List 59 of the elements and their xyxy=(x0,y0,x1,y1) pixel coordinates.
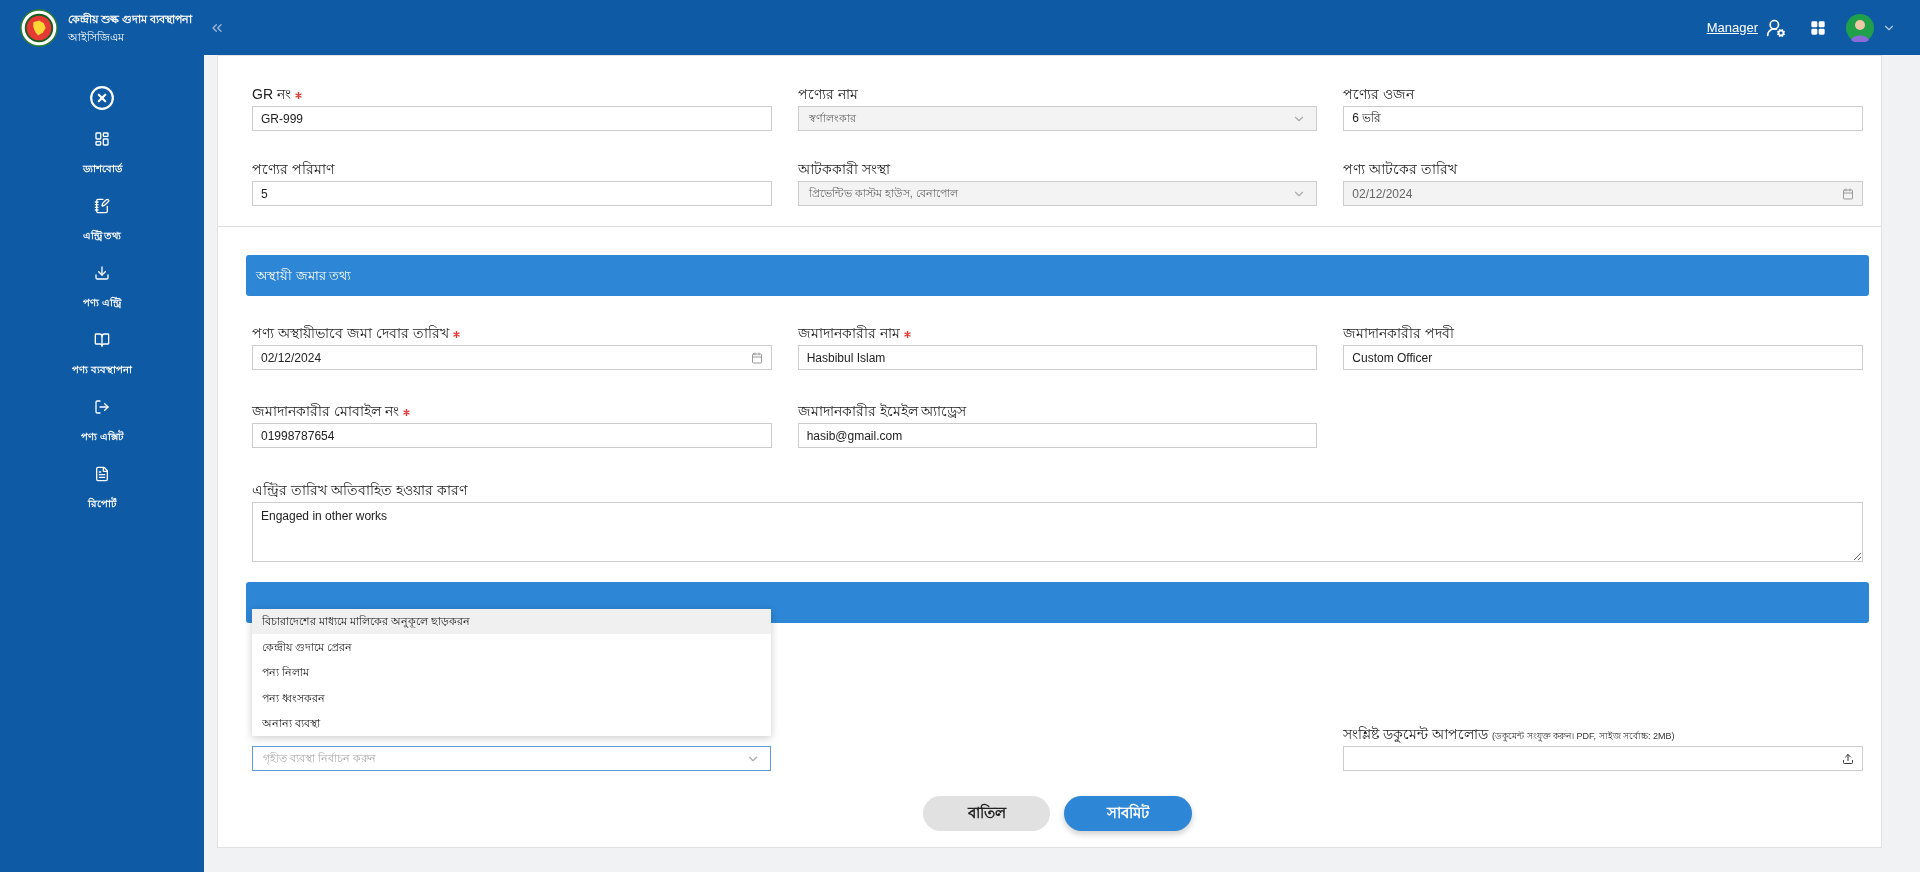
input-field[interactable]: 01998787654 xyxy=(252,423,772,448)
upload-icon xyxy=(1842,752,1854,765)
sidebar-item[interactable]: রিপোর্ট xyxy=(88,466,116,533)
input-field[interactable]: 6 ভরি xyxy=(1343,106,1863,131)
field-label: আটককারী সংস্থা xyxy=(797,161,890,177)
notebook-icon xyxy=(94,198,110,214)
upload-hint: (ডকুমেন্ট সংযুক্ত করুন। PDF, সাইজ সর্বোচ্চ: 2MB) xyxy=(1492,730,1675,744)
sidebar-item[interactable]: ড্যাশবোর্ড xyxy=(82,131,122,198)
field-label: পণ্য আটকের তারিখ xyxy=(1343,161,1458,177)
input-field[interactable]: Hasbibul Islam xyxy=(797,345,1318,370)
input-field[interactable]: hasib@gmail.com xyxy=(797,423,1318,448)
dashboard-icon xyxy=(94,131,110,147)
field-label: সংশ্লিষ্ট ডকুমেন্ট আপলোড xyxy=(1343,726,1489,742)
switch-user-icon[interactable] xyxy=(1766,17,1786,38)
sidebar-item[interactable]: পণ্য এন্ট্রি xyxy=(83,265,121,332)
cancel-button[interactable]: বাতিল xyxy=(923,796,1050,831)
field-label: এন্ট্রির তারিখ অতিবাহিত হওয়ার কারণ xyxy=(252,482,469,498)
dropdown-option[interactable]: বিচারাদেশের মাধ্যমে মালিকের অনুকূলে ছাড়করন xyxy=(252,608,772,634)
field-label: GR নং xyxy=(252,86,291,102)
required-icon xyxy=(402,409,410,416)
input-field[interactable]: 5 xyxy=(252,181,772,206)
input-field[interactable]: Custom Officer xyxy=(1343,345,1863,370)
field-label: পণ্যের নাম xyxy=(797,86,858,102)
dropdown-option[interactable]: কেন্দ্রীয় গুদামে প্রেরন xyxy=(252,634,772,660)
role-link[interactable]: Manager xyxy=(1706,17,1758,38)
dropdown-option[interactable]: পন্য নিলাম xyxy=(252,659,772,685)
field-label: জমাদানকারীর পদবী xyxy=(1343,325,1455,341)
avatar[interactable] xyxy=(1846,13,1874,42)
required-icon xyxy=(903,331,911,338)
field-label: পণ্য অস্থায়ীভাবে জমা দেবার তারিখ xyxy=(252,325,449,341)
apps-icon[interactable] xyxy=(1810,19,1826,36)
section-title: অস্থায়ী জমার তথ্য xyxy=(256,266,352,285)
calendar-icon xyxy=(1842,187,1854,200)
download-icon xyxy=(94,265,110,281)
document-icon xyxy=(94,466,110,482)
close-icon[interactable] xyxy=(89,85,115,111)
field-label: পণ্যের পরিমাণ xyxy=(252,161,334,177)
sidebar-item[interactable]: এন্ট্রি তথ্য xyxy=(82,198,122,265)
field-label: জমাদানকারীর ইমেইল অ্যাড্রেস xyxy=(797,403,967,419)
reason-textarea[interactable]: Engaged in other works xyxy=(252,502,1863,562)
field-label: জমাদানকারীর নাম xyxy=(797,325,900,341)
submit-button[interactable]: সাবমিট xyxy=(1064,796,1192,831)
input-field[interactable]: GR-999 xyxy=(252,106,772,131)
app-title: কেন্দ্রীয় শুল্ক গুদাম ব্যবস্থাপনা xyxy=(68,11,193,27)
field-label: পণ্যের ওজন xyxy=(1343,86,1415,102)
book-icon xyxy=(94,332,110,348)
dropdown-option[interactable]: পন্য ধ্বংসকরন xyxy=(252,685,772,711)
date-field[interactable]: 02/12/2024 xyxy=(252,345,772,370)
dropdown-option[interactable]: অনান্য ব্যবস্থা xyxy=(252,710,772,736)
calendar-icon xyxy=(750,351,763,364)
required-icon xyxy=(452,331,460,338)
required-icon xyxy=(294,92,302,99)
emblem-logo xyxy=(20,8,58,47)
exit-icon xyxy=(94,399,110,415)
sidebar-item[interactable]: পণ্য ব্যবস্থাপনা xyxy=(72,332,132,399)
app-subtitle: আইসিজিএম xyxy=(68,29,125,45)
field-label: জমাদানকারীর মোবাইল নং xyxy=(252,403,399,419)
upload-field[interactable] xyxy=(1343,746,1863,771)
sidebar-item[interactable]: পণ্য এক্সিট xyxy=(81,399,123,466)
